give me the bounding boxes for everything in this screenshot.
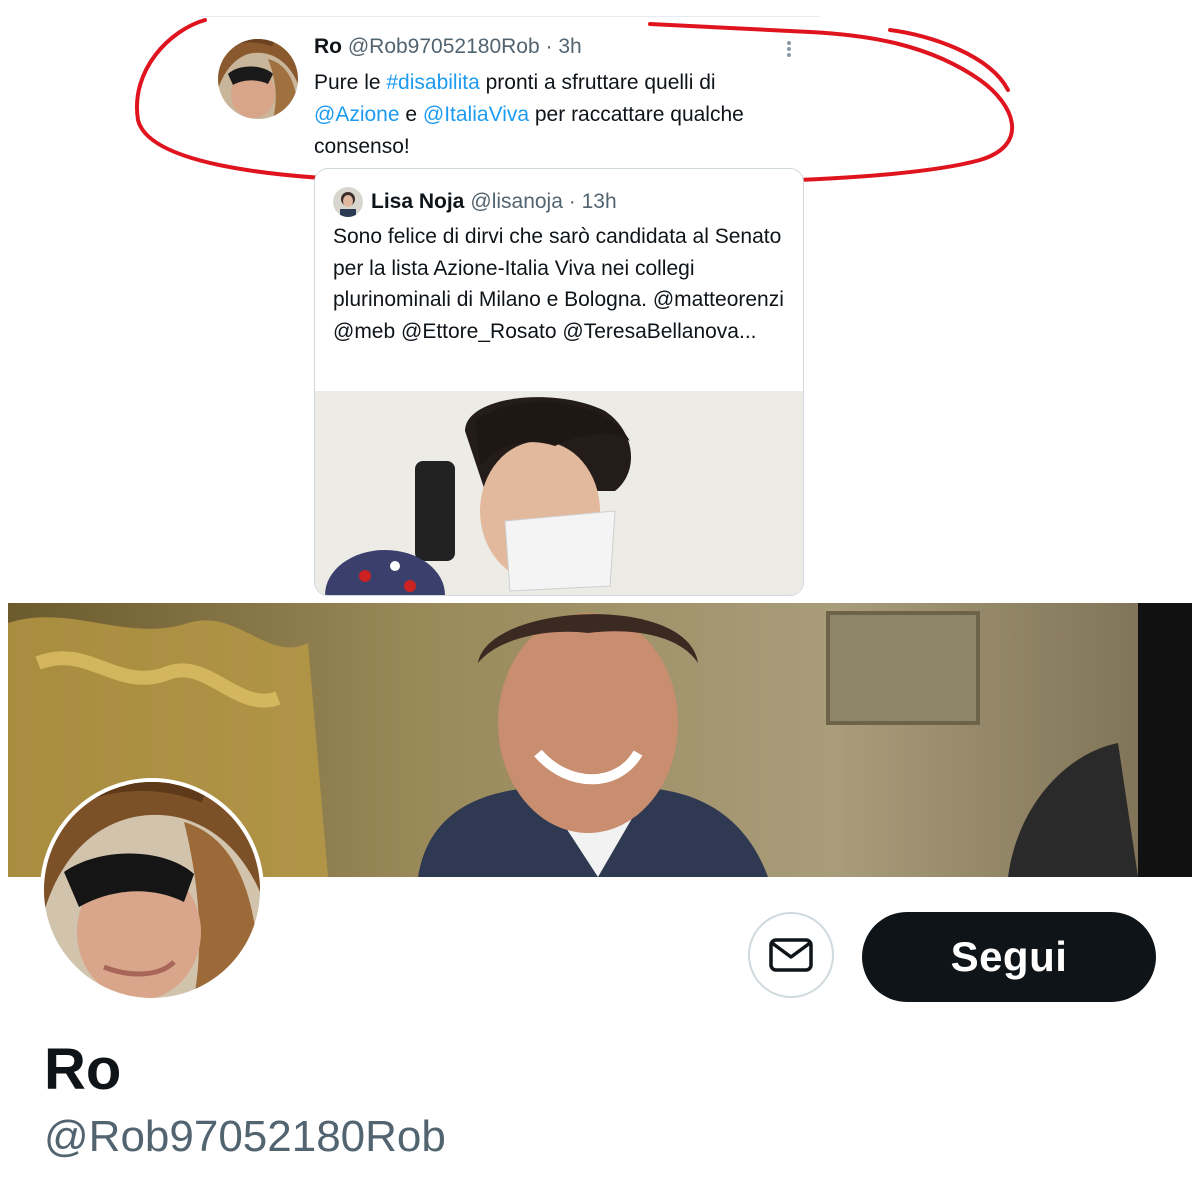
tweet-timestamp[interactable]: 3h [558, 35, 581, 58]
screenshot-collage: Ro @Rob97052180Rob · 3h Pure le #disabil… [0, 0, 1200, 1200]
quoted-tweet-text: Sono felice di dirvi che sarò candidata … [333, 225, 784, 343]
quoted-tweet[interactable]: Lisa Noja @lisanoja · 13h Sono felice di… [314, 168, 804, 596]
separator-dot: · [545, 35, 553, 58]
profile-handle: @Rob97052180Rob [44, 1112, 446, 1161]
hashtag-link[interactable]: #disabilita [386, 71, 479, 94]
quoted-tweet-photo[interactable] [315, 391, 803, 595]
tweet-text-part: e [399, 103, 423, 126]
separator-dot: · [568, 190, 576, 213]
tweet-text-part: pronti a sfruttare quelli di [479, 71, 716, 94]
tweet-author-handle[interactable]: @Rob97052180Rob [348, 35, 540, 58]
quoted-tweet-timestamp[interactable]: 13h [582, 190, 617, 214]
follow-button[interactable]: Segui [862, 912, 1156, 1002]
mention-link[interactable]: @ItaliaViva [423, 103, 529, 126]
quoted-tweet-header: Lisa Noja @lisanoja · 13h [333, 187, 617, 217]
tweet-author-name[interactable]: Ro [314, 35, 342, 58]
tweet-text-part: Pure le [314, 71, 387, 94]
profile-avatar[interactable] [40, 778, 264, 1002]
more-options-icon[interactable] [784, 39, 794, 63]
envelope-icon [769, 938, 813, 972]
tweet[interactable]: Ro @Rob97052180Rob · 3h Pure le #disabil… [200, 16, 820, 167]
tweet-author-avatar[interactable] [218, 39, 298, 119]
quoted-author-handle[interactable]: @lisanoja [470, 190, 563, 214]
tweet-text: Pure le #disabilita pronti a sfruttare q… [314, 67, 804, 163]
mention-link[interactable]: @Azione [314, 103, 400, 126]
profile-display-name: Ro [44, 1037, 122, 1102]
quoted-author-name[interactable]: Lisa Noja [371, 190, 464, 214]
tweet-header: Ro @Rob97052180Rob · 3h [314, 35, 582, 59]
message-button[interactable] [748, 912, 834, 998]
quoted-author-avatar[interactable] [333, 187, 363, 217]
